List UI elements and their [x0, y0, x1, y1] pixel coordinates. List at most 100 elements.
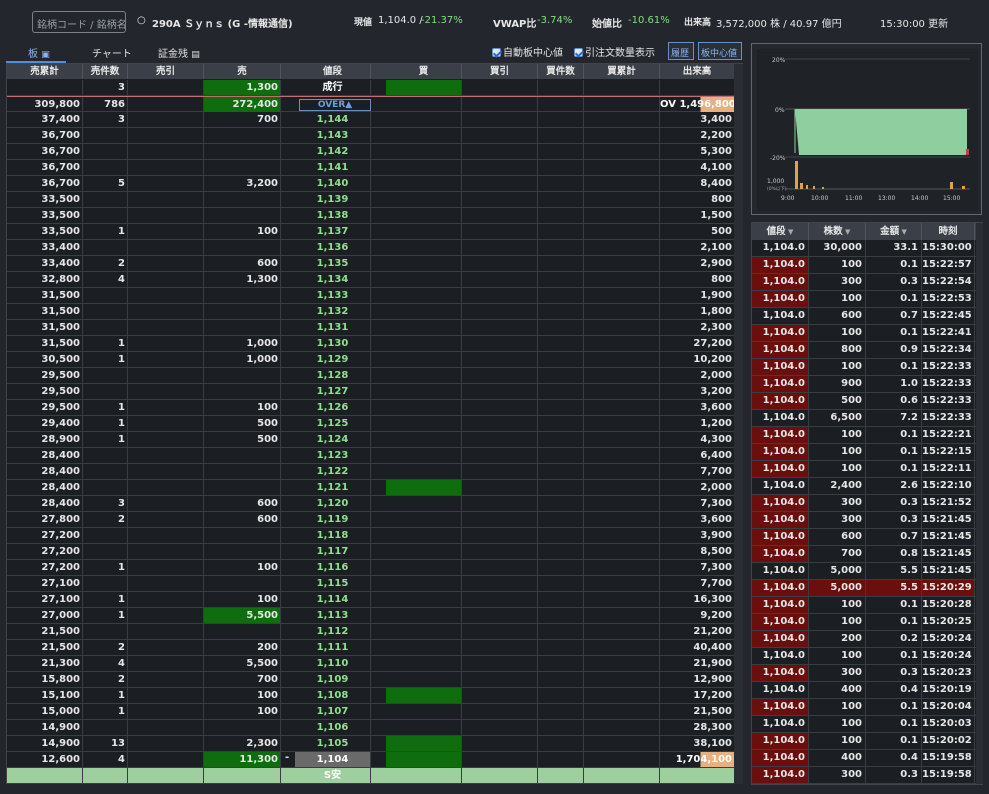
price[interactable]: 1,123 [295, 448, 371, 463]
board-row[interactable]: 36,700 5 3,200 1,140 8,400 [7, 176, 735, 192]
board-row[interactable]: 15,100 1 100 1,108 17,200 [7, 688, 735, 704]
price[interactable]: 1,117 [295, 544, 371, 559]
tick-row[interactable]: 1,104.0 200 0.2 15:20:24 [752, 631, 976, 648]
center-button[interactable]: 板中心値 [698, 42, 742, 60]
board-row[interactable]: 33,400 2 600 1,135 2,900 [7, 256, 735, 272]
board-row[interactable]: 36,700 1,143 2,200 [7, 128, 735, 144]
price[interactable]: 1,141 [295, 160, 371, 175]
board-row[interactable]: 21,300 4 5,500 1,110 21,900 [7, 656, 735, 672]
auto-center-checkbox[interactable]: 自動板中心値 [492, 44, 563, 59]
board-col-header[interactable]: 買引 [462, 64, 538, 79]
board-row[interactable]: 27,200 1,118 3,900 [7, 528, 735, 544]
tick-row[interactable]: 1,104.0 100 0.1 15:22:53 [752, 291, 976, 308]
price[interactable]: 1,128 [295, 368, 371, 383]
price[interactable]: 1,105 [295, 736, 371, 751]
tick-row[interactable]: 1,104.0 400 0.4 15:20:19 [752, 682, 976, 699]
price[interactable]: 1,111 [295, 640, 371, 655]
tick-row[interactable]: 1,104.0 100 0.1 15:20:02 [752, 733, 976, 750]
board-row[interactable]: 31,500 1,132 1,800 [7, 304, 735, 320]
board-col-header[interactable]: 買 [386, 64, 462, 79]
price[interactable]: 1,142 [295, 144, 371, 159]
tick-row[interactable]: 1,104.0 100 0.1 15:22:11 [752, 461, 976, 478]
tick-row[interactable]: 1,104.0 5,000 5.5 15:20:29 [752, 580, 976, 597]
tick-row[interactable]: 1,104.0 300 0.3 15:20:23 [752, 665, 976, 682]
price[interactable]: 1,115 [295, 576, 371, 591]
board-row[interactable]: 28,400 1,123 6,400 [7, 448, 735, 464]
board-row[interactable]: 29,500 1,128 2,000 [7, 368, 735, 384]
price[interactable]: 1,131 [295, 320, 371, 335]
price[interactable]: 1,121 [295, 480, 371, 495]
price[interactable]: 1,134 [295, 272, 371, 287]
board-row[interactable]: 28,900 1 500 1,124 4,300 [7, 432, 735, 448]
board-row[interactable]: 33,500 1,138 1,500 [7, 208, 735, 224]
price[interactable]: 1,140 [295, 176, 371, 191]
board-row[interactable]: 36,700 1,142 5,300 [7, 144, 735, 160]
board-row[interactable]: 15,800 2 700 1,109 12,900 [7, 672, 735, 688]
price[interactable]: 1,109 [295, 672, 371, 687]
price[interactable]: 1,113 [295, 608, 371, 623]
tick-row[interactable]: 1,104.0 100 0.1 15:20:03 [752, 716, 976, 733]
tick-row[interactable]: 1,104.0 300 0.3 15:19:58 [752, 767, 976, 784]
board-col-header[interactable]: 買累計 [584, 64, 660, 79]
tick-row[interactable]: 1,104.0 100 0.1 15:20:25 [752, 614, 976, 631]
tick-row[interactable]: 1,104.0 800 0.9 15:22:34 [752, 342, 976, 359]
tick-row[interactable]: 1,104.0 600 0.7 15:22:45 [752, 308, 976, 325]
tick-row[interactable]: 1,104.0 100 0.1 15:22:21 [752, 427, 976, 444]
price[interactable]: 1,108 [295, 688, 371, 703]
board-col-header[interactable]: 買件数 [538, 64, 584, 79]
tick-row[interactable]: 1,104.0 6,500 7.2 15:22:33 [752, 410, 976, 427]
tick-row[interactable]: 1,104.0 100 0.1 15:22:57 [752, 257, 976, 274]
board-row[interactable]: 32,800 4 1,300 1,134 800 [7, 272, 735, 288]
tick-row[interactable]: 1,104.0 500 0.6 15:22:33 [752, 393, 976, 410]
price[interactable]: 1,130 [295, 336, 371, 351]
board-row[interactable]: 21,500 1,112 21,200 [7, 624, 735, 640]
board-row[interactable]: 31,500 1,131 2,300 [7, 320, 735, 336]
board-row[interactable]: 28,400 3 600 1,120 7,300 [7, 496, 735, 512]
price[interactable]: 1,106 [295, 720, 371, 735]
price[interactable]: 1,125 [295, 416, 371, 431]
price[interactable]: 1,144 [295, 112, 371, 127]
price[interactable]: 1,133 [295, 288, 371, 303]
price[interactable]: 1,137 [295, 224, 371, 239]
tab-board[interactable]: 板 ▣ [28, 45, 50, 60]
symbol-search-input[interactable]: 銘柄コード / 銘柄名 [32, 11, 126, 33]
tick-row[interactable]: 1,104.0 400 0.4 15:19:58 [752, 750, 976, 767]
history-button[interactable]: 履歴 [668, 42, 694, 60]
board-row[interactable]: 28,400 1,121 2,000 [7, 480, 735, 496]
board-row[interactable]: 12,600 4 11,300 1,104 1,704,100 - [7, 752, 735, 768]
price[interactable]: 1,112 [295, 624, 371, 639]
board-row[interactable]: 27,800 2 600 1,119 3,600 [7, 512, 735, 528]
show-qty-checkbox[interactable]: 引注文数量表示 [574, 44, 655, 59]
tick-row[interactable]: 1,104.0 100 0.1 15:20:24 [752, 648, 976, 665]
tick-row[interactable]: 1,104.0 30,000 33.1 15:30:00 [752, 240, 976, 257]
board-row[interactable]: 27,100 1 100 1,114 16,300 [7, 592, 735, 608]
price[interactable]: 1,122 [295, 464, 371, 479]
price[interactable]: 1,119 [295, 512, 371, 527]
tick-row[interactable]: 1,104.0 300 0.3 15:21:52 [752, 495, 976, 512]
price[interactable]: 1,143 [295, 128, 371, 143]
tick-col-header[interactable]: 株数 ▼ [809, 223, 866, 240]
price[interactable]: 1,120 [295, 496, 371, 511]
tick-row[interactable]: 1,104.0 2,400 2.6 15:22:10 [752, 478, 976, 495]
board-row[interactable]: 27,100 1,115 7,700 [7, 576, 735, 592]
board-col-header[interactable]: 出来高 [660, 64, 735, 79]
price[interactable]: 1,118 [295, 528, 371, 543]
board-row[interactable]: 33,400 1,136 2,100 [7, 240, 735, 256]
board-row[interactable]: 29,500 1,127 3,200 [7, 384, 735, 400]
tick-row[interactable]: 1,104.0 100 0.1 15:20:04 [752, 699, 976, 716]
board-row[interactable]: 36,700 1,141 4,100 [7, 160, 735, 176]
board-row[interactable]: 14,900 1,106 28,300 [7, 720, 735, 736]
board-col-header[interactable]: 売引 [128, 64, 204, 79]
tick-row[interactable]: 1,104.0 300 0.3 15:21:45 [752, 512, 976, 529]
board-row[interactable]: 30,500 1 1,000 1,129 10,200 [7, 352, 735, 368]
tab-chart[interactable]: チャート [92, 45, 132, 60]
board-col-header[interactable]: 売累計 [7, 64, 83, 79]
tick-row[interactable]: 1,104.0 100 0.1 15:22:15 [752, 444, 976, 461]
price[interactable]: OVER▲ [299, 99, 371, 111]
board-row[interactable]: 28,400 1,122 7,700 [7, 464, 735, 480]
board-row[interactable]: 309,800 786 272,400 OVER▲ OV 1,496,800 [7, 96, 735, 112]
price[interactable]: 1,104 [295, 752, 371, 767]
board-col-header[interactable]: 値段 [295, 64, 371, 79]
price[interactable]: 1,110 [295, 656, 371, 671]
tick-col-header[interactable]: 値段 ▼ [752, 223, 809, 240]
